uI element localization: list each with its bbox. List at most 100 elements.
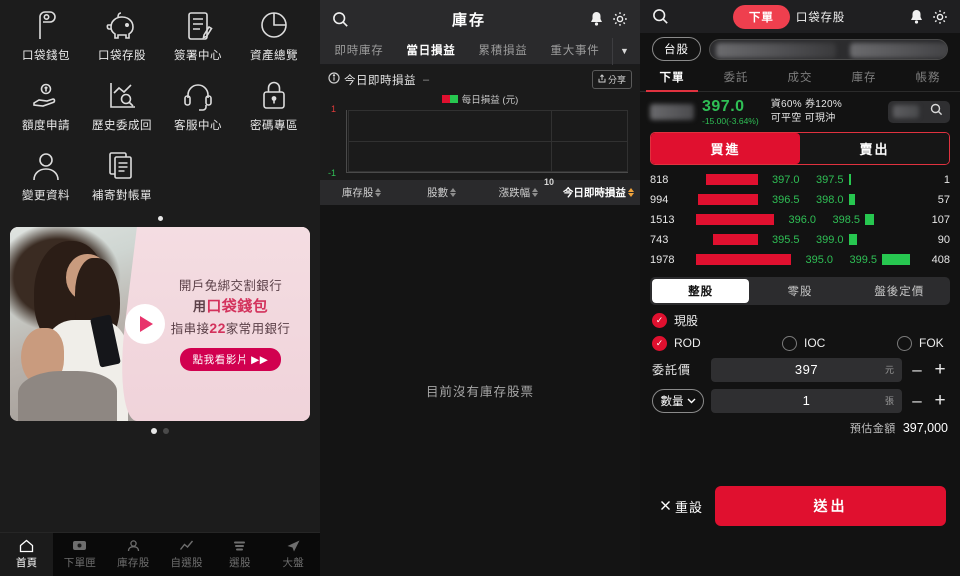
radio-rod[interactable]: ROD (652, 335, 782, 351)
radio-circle-icon (897, 335, 912, 351)
banner-pager-dot[interactable] (151, 428, 157, 434)
search-icon[interactable] (332, 11, 349, 28)
price-input[interactable]: 397 元 (711, 357, 902, 382)
chart-ytick-max: 1 (331, 104, 337, 114)
bid-qty: 1978 (650, 253, 675, 266)
chart-xtick-label: 10 (544, 177, 555, 187)
lot-tab-after-hours[interactable]: 盤後定價 (851, 279, 948, 303)
gear-icon[interactable] (932, 9, 948, 25)
tab-cumulative-pnl[interactable]: 累積損益 (468, 38, 538, 65)
pager-dot[interactable] (157, 216, 163, 221)
gear-icon[interactable] (612, 11, 628, 27)
order-book-row[interactable]: 743 395.5 399.0 90 (650, 230, 950, 250)
tab-pending[interactable]: 委託 (704, 65, 768, 91)
banner-pager-dot[interactable] (163, 428, 169, 434)
left-panel-home: 口袋錢包 口袋存股 簽署中心 資產總覽 額度申請 歷史委成回 客服中心 密碼專區… (0, 0, 320, 576)
bid-price: 396.0 (788, 213, 816, 226)
bell-icon[interactable] (589, 11, 604, 27)
menu-item-wallet[interactable]: 口袋錢包 (8, 6, 84, 72)
menu-item-piggy-bank[interactable]: 口袋存股 (84, 6, 160, 72)
tab-accounting[interactable]: 帳務 (896, 65, 960, 91)
tab-realtime-inventory[interactable]: 即時庫存 (324, 38, 394, 65)
bell-icon[interactable] (909, 9, 924, 25)
legend-label: 每日損益 (元) (461, 95, 519, 106)
banner-text-block: 開戶免綁交割銀行 用口袋錢包 指串接22家常用銀行 點我看影片 ▶▶ (151, 227, 310, 421)
lot-tab-whole[interactable]: 整股 (652, 278, 750, 303)
tab-filled[interactable]: 成交 (768, 65, 832, 91)
nav-item-order-box[interactable]: 下單匣 (53, 533, 106, 576)
search-icon[interactable] (652, 8, 669, 25)
menu-item-label: 簽署中心 (174, 50, 222, 62)
nav-item-stock-picker[interactable]: 選股 (213, 533, 266, 576)
order-book-row[interactable]: 1978 395.0 399.5 408 (650, 250, 950, 270)
chevron-down-icon[interactable]: ▼ (612, 37, 636, 65)
menu-item-credit-apply[interactable]: 額度申請 (8, 76, 84, 142)
quantity-increment-button[interactable]: + (932, 391, 948, 410)
order-book-row[interactable]: 1513 396.0 398.5 107 (650, 210, 950, 230)
column-header-inventory-stock[interactable]: 庫存股 (320, 185, 403, 200)
promo-banner-carousel: 開戶免綁交割銀行 用口袋錢包 指串接22家常用銀行 點我看影片 ▶▶ (0, 223, 320, 434)
column-header-shares[interactable]: 股數 (403, 185, 480, 200)
bid-qty: 1513 (650, 213, 675, 226)
banner-line-3-suffix: 家常用銀行 (225, 322, 291, 337)
nav-item-inventory[interactable]: 庫存股 (107, 533, 160, 576)
trade-type-row: 現股 (640, 305, 960, 329)
quote-search-button[interactable] (888, 100, 950, 123)
nav-item-home[interactable]: 首頁 (0, 533, 54, 576)
reset-button[interactable]: 重設 (660, 497, 703, 516)
tab-daily-pnl[interactable]: 當日損益 (396, 38, 466, 65)
ask-qty: 408 (931, 253, 950, 266)
submit-button[interactable]: 送出 (715, 486, 946, 526)
promo-banner[interactable]: 開戶免綁交割銀行 用口袋錢包 指串接22家常用銀行 點我看影片 ▶▶ (10, 227, 310, 421)
tab-major-events[interactable]: 重大事件 (540, 38, 610, 65)
menu-item-password-zone[interactable]: 密碼專區 (236, 76, 312, 142)
order-action-row: 重設 送出 (640, 486, 960, 576)
order-book-row[interactable]: 818 397.0 397.5 1 (650, 170, 950, 190)
tab-order[interactable]: 下單 (640, 65, 704, 92)
banner-cta-button[interactable]: 點我看影片 ▶▶ (179, 348, 282, 372)
menu-item-change-profile[interactable]: 變更資料 (8, 146, 84, 212)
price-decrement-button[interactable]: – (909, 361, 925, 378)
radio-ioc[interactable]: IOC (782, 335, 897, 351)
bid-qty: 743 (650, 233, 669, 246)
segment-pocket-savings[interactable]: 口袋存股 (796, 9, 845, 25)
menu-item-sign-center[interactable]: 簽署中心 (160, 6, 236, 72)
menu-item-order-history[interactable]: 歷史委成回 (84, 76, 160, 142)
chart-value: – (423, 73, 430, 86)
column-header-change-pct[interactable]: 漲跌幅 (480, 185, 557, 200)
segment-order[interactable]: 下單 (732, 4, 790, 29)
lot-tab-odd[interactable]: 零股 (751, 279, 848, 303)
bid-price: 397.0 (771, 173, 800, 186)
order-book-row[interactable]: 994 396.5 398.0 57 (650, 190, 950, 210)
symbol-search-input[interactable] (709, 38, 948, 60)
quantity-input[interactable]: 1 張 (711, 388, 902, 413)
quote-margin-info: 資60% 券120% 可平空 可現沖 (771, 98, 842, 125)
menu-item-resend-statement[interactable]: 補寄對帳單 (84, 146, 160, 212)
sell-button[interactable]: 賣出 (800, 132, 949, 164)
info-icon[interactable] (328, 71, 340, 89)
column-header-daily-pnl[interactable]: 今日即時損益 (557, 185, 640, 200)
nav-item-market[interactable]: 大盤 (267, 533, 320, 576)
inventory-icon (126, 539, 141, 553)
radio-cash-stock[interactable]: 現股 (652, 312, 782, 329)
menu-item-customer-service[interactable]: 客服中心 (160, 76, 236, 142)
market-selector-chip[interactable]: 台股 (652, 37, 701, 61)
tab-inventory[interactable]: 庫存 (832, 65, 896, 91)
chart-title: 今日即時損益 (344, 74, 416, 87)
play-icon[interactable] (125, 304, 165, 344)
quantity-type-dropdown[interactable]: 數量 (652, 388, 704, 413)
radio-fok[interactable]: FOK (897, 335, 944, 351)
menu-item-asset-overview[interactable]: 資產總覽 (236, 6, 312, 72)
inventory-header: 庫存 (320, 0, 640, 38)
estimated-amount-value: 397,000 (902, 420, 948, 435)
menu-item-label: 額度申請 (22, 120, 70, 132)
buy-button[interactable]: 買進 (651, 132, 800, 164)
price-increment-button[interactable]: + (932, 360, 948, 379)
chart-y-axis (346, 110, 347, 172)
quantity-decrement-button[interactable]: – (909, 392, 925, 409)
page-title: 庫存 (451, 11, 486, 29)
share-button[interactable]: 分享 (591, 70, 632, 89)
sign-document-icon (182, 6, 214, 46)
chart-gridlines (348, 110, 628, 172)
nav-item-watchlist[interactable]: 自選股 (160, 533, 213, 576)
